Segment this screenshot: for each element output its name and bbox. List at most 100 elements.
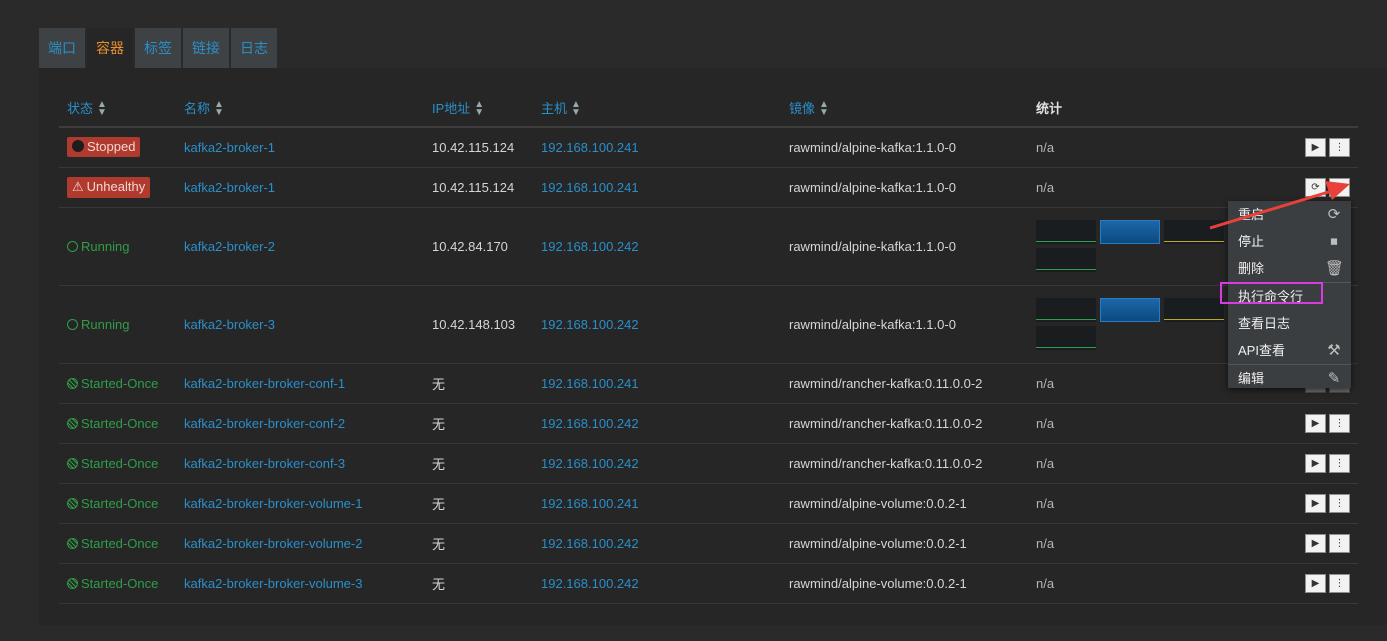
menu-item-label: API查看 bbox=[1238, 343, 1285, 358]
name-cell: kafka2-broker-broker-volume-2 bbox=[184, 523, 432, 564]
ip-address: 无 bbox=[432, 496, 446, 512]
memory-graph bbox=[1100, 220, 1160, 244]
sort-icon[interactable]: ▲ ▼ bbox=[819, 100, 829, 118]
stats-cell: n/a bbox=[1036, 403, 1285, 444]
ip-address: 10.42.84.170 bbox=[432, 238, 508, 254]
start-button[interactable]: ▶ bbox=[1305, 573, 1326, 593]
host-link[interactable]: 192.168.100.241 bbox=[541, 180, 639, 195]
host-cell: 192.168.100.242 bbox=[541, 523, 789, 564]
tab-ports[interactable]: 端口 bbox=[39, 28, 85, 68]
menu-item-edit[interactable]: 编辑 ✎ bbox=[1228, 364, 1351, 392]
image-name: rawmind/alpine-volume:0.0.2-1 bbox=[789, 535, 967, 551]
status-badge: Running bbox=[67, 239, 129, 254]
more-actions-button[interactable]: ⋮ bbox=[1329, 493, 1350, 513]
menu-item-view-api[interactable]: API查看 ⚒ bbox=[1228, 337, 1351, 364]
menu-item-label: 重启 bbox=[1238, 207, 1265, 222]
container-context-menu: 重启 ⟳ 停止 ⏹ 删除 🗑 执行命令行 查看日志 API查看 ⚒ 编辑 ✎ bbox=[1228, 201, 1351, 388]
stats-value: n/a bbox=[1036, 455, 1055, 471]
sort-icon[interactable]: ▲ ▼ bbox=[97, 100, 107, 118]
ip-cell: 无 bbox=[432, 403, 541, 444]
host-link[interactable]: 192.168.100.242 bbox=[541, 239, 639, 254]
state-cell: Started-Once bbox=[59, 523, 184, 564]
menu-item-execute-shell[interactable]: 执行命令行 bbox=[1228, 282, 1351, 310]
column-header-state[interactable]: 状态 ▲ ▼ bbox=[59, 89, 184, 128]
more-actions-button[interactable]: ⋮ bbox=[1329, 177, 1350, 197]
sort-icon[interactable]: ▲ ▼ bbox=[571, 100, 581, 118]
more-actions-button[interactable]: ⋮ bbox=[1329, 413, 1350, 433]
tab-labels[interactable]: 标签 bbox=[135, 28, 181, 68]
container-name-link[interactable]: kafka2-broker-broker-volume-3 bbox=[184, 576, 362, 591]
running-icon bbox=[67, 240, 78, 252]
menu-item-view-logs[interactable]: 查看日志 bbox=[1228, 310, 1351, 337]
ip-address: 无 bbox=[432, 576, 446, 592]
start-button[interactable]: ▶ bbox=[1305, 453, 1326, 473]
more-actions-button[interactable]: ⋮ bbox=[1329, 533, 1350, 553]
host-link[interactable]: 192.168.100.241 bbox=[541, 496, 639, 511]
actions-cell: ▶⋮ bbox=[1284, 443, 1358, 484]
state-cell: Started-Once bbox=[59, 483, 184, 524]
restart-icon: ⟳ bbox=[1327, 206, 1341, 223]
host-link[interactable]: 192.168.100.241 bbox=[541, 376, 639, 391]
sort-icon[interactable]: ▲ ▼ bbox=[474, 100, 484, 118]
more-actions-button[interactable]: ⋮ bbox=[1329, 573, 1350, 593]
api-icon: ⚒ bbox=[1327, 342, 1341, 359]
image-name: rawmind/alpine-volume:0.0.2-1 bbox=[789, 575, 967, 591]
actions-cell: ▶⋮ bbox=[1284, 523, 1358, 564]
image-name: rawmind/alpine-kafka:1.1.0-0 bbox=[789, 179, 956, 195]
tab-links[interactable]: 链接 bbox=[183, 28, 229, 68]
start-button[interactable]: ▶ bbox=[1305, 137, 1326, 157]
container-name-link[interactable]: kafka2-broker-broker-volume-2 bbox=[184, 536, 362, 551]
column-header-name[interactable]: 名称 ▲ ▼ bbox=[184, 89, 432, 128]
container-name-link[interactable]: kafka2-broker-broker-conf-2 bbox=[184, 416, 345, 431]
start-button[interactable]: ▶ bbox=[1305, 533, 1326, 553]
container-name-link[interactable]: kafka2-broker-broker-conf-1 bbox=[184, 376, 345, 391]
status-badge: Stopped bbox=[67, 137, 141, 158]
container-name-link[interactable]: kafka2-broker-1 bbox=[184, 180, 275, 195]
status-label: Unhealthy bbox=[86, 178, 146, 194]
host-cell: 192.168.100.242 bbox=[541, 285, 789, 364]
image-name: rawmind/alpine-volume:0.0.2-1 bbox=[789, 495, 967, 511]
menu-item-stop[interactable]: 停止 ⏹ bbox=[1228, 228, 1351, 255]
status-label: Started-Once bbox=[81, 575, 159, 591]
image-name: rawmind/alpine-kafka:1.1.0-0 bbox=[789, 139, 956, 155]
host-cell: 192.168.100.241 bbox=[541, 167, 789, 208]
host-link[interactable]: 192.168.100.242 bbox=[541, 456, 639, 471]
container-name-link[interactable]: kafka2-broker-2 bbox=[184, 239, 275, 254]
action-buttons: ▶⋮ bbox=[1302, 533, 1350, 553]
network-graph bbox=[1164, 220, 1224, 244]
host-link[interactable]: 192.168.100.242 bbox=[541, 416, 639, 431]
column-header-ip[interactable]: IP地址 ▲ ▼ bbox=[432, 89, 541, 128]
status-badge: ⚠ Unhealthy bbox=[67, 176, 151, 198]
action-buttons: ▶⋮ bbox=[1302, 493, 1350, 513]
column-header-image[interactable]: 镜像 ▲ ▼ bbox=[789, 89, 1036, 128]
stats-cell: n/a bbox=[1036, 443, 1285, 484]
container-name-link[interactable]: kafka2-broker-broker-volume-1 bbox=[184, 496, 362, 511]
host-link[interactable]: 192.168.100.242 bbox=[541, 317, 639, 332]
tab-logs[interactable]: 日志 bbox=[231, 28, 277, 68]
host-link[interactable]: 192.168.100.242 bbox=[541, 536, 639, 551]
state-cell: Stopped bbox=[59, 127, 184, 168]
container-name-link[interactable]: kafka2-broker-broker-conf-3 bbox=[184, 456, 345, 471]
start-button[interactable]: ▶ bbox=[1305, 413, 1326, 433]
restart-button[interactable]: ⟳ bbox=[1305, 177, 1326, 197]
cpu-graph bbox=[1036, 220, 1096, 244]
column-header-host[interactable]: 主机 ▲ ▼ bbox=[541, 89, 789, 128]
tab-containers[interactable]: 容器 bbox=[87, 28, 133, 68]
image-cell: rawmind/alpine-kafka:1.1.0-0 bbox=[789, 167, 1036, 208]
sort-icon[interactable]: ▲ ▼ bbox=[214, 100, 224, 118]
state-cell: Started-Once bbox=[59, 363, 184, 404]
host-link[interactable]: 192.168.100.241 bbox=[541, 140, 639, 155]
menu-item-delete[interactable]: 删除 🗑 bbox=[1228, 255, 1351, 282]
host-cell: 192.168.100.241 bbox=[541, 127, 789, 168]
table-row: Running kafka2-broker-3 10.42.148.103 192.1… bbox=[59, 285, 1358, 364]
start-button[interactable]: ▶ bbox=[1305, 493, 1326, 513]
network-graph bbox=[1164, 298, 1224, 322]
ip-cell: 无 bbox=[432, 443, 541, 484]
more-actions-button[interactable]: ⋮ bbox=[1329, 137, 1350, 157]
started-once-icon bbox=[67, 417, 78, 429]
container-name-link[interactable]: kafka2-broker-3 bbox=[184, 317, 275, 332]
menu-item-restart[interactable]: 重启 ⟳ bbox=[1228, 201, 1351, 228]
container-name-link[interactable]: kafka2-broker-1 bbox=[184, 140, 275, 155]
host-link[interactable]: 192.168.100.242 bbox=[541, 576, 639, 591]
more-actions-button[interactable]: ⋮ bbox=[1329, 453, 1350, 473]
